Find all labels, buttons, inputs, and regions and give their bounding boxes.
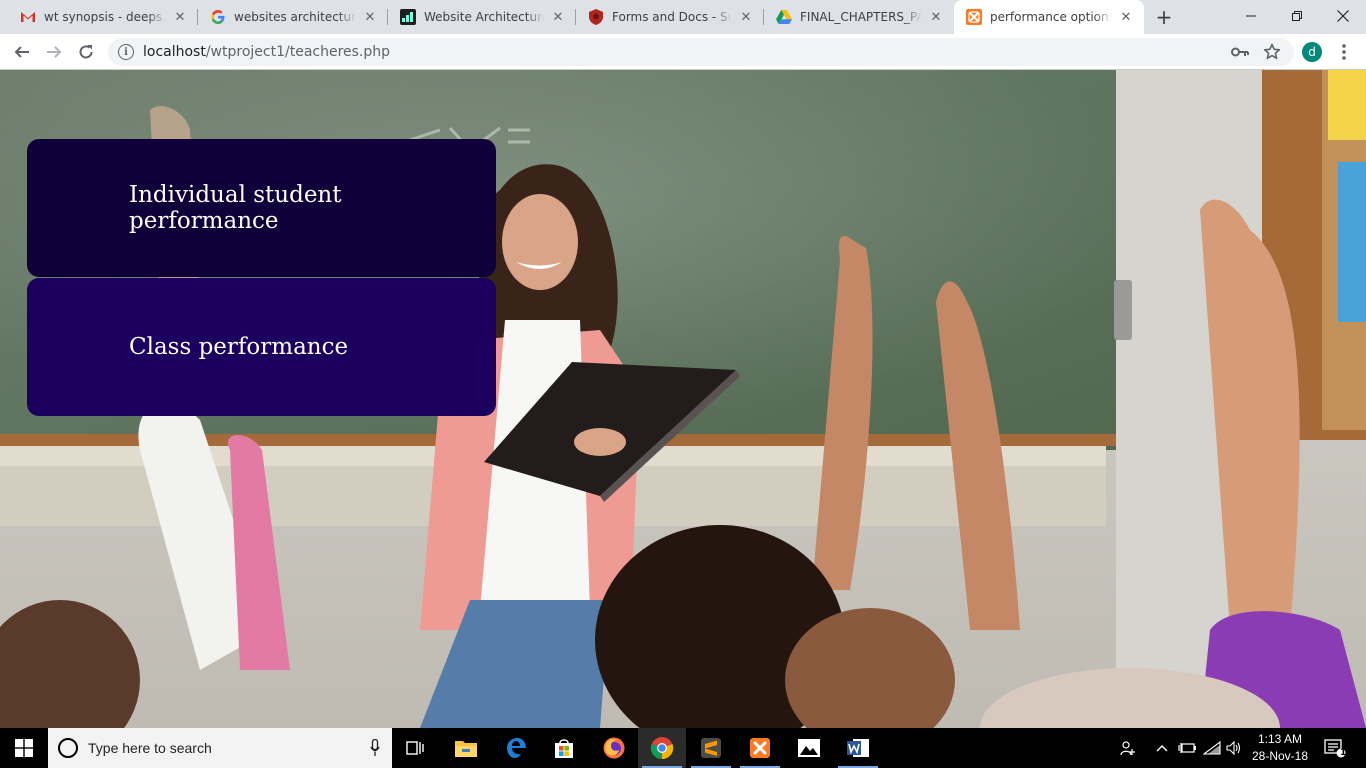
tab-forms-and-docs[interactable]: Forms and Docs - Suma ✕ [576, 0, 764, 34]
microphone-icon[interactable] [370, 739, 380, 757]
close-icon[interactable]: ✕ [738, 9, 754, 25]
restore-button[interactable] [1274, 0, 1320, 32]
volume-icon[interactable] [1224, 728, 1244, 768]
wifi-icon[interactable] [1201, 728, 1223, 768]
people-icon[interactable] [1116, 728, 1140, 768]
battery-icon[interactable] [1176, 728, 1198, 768]
taskbar-clock[interactable]: 1:13 AM 28-Nov-18 [1244, 731, 1316, 765]
start-button[interactable] [0, 728, 48, 768]
edge-icon [507, 738, 526, 758]
page-viewport: Individual student performance Class per… [0, 70, 1366, 728]
task-view-button[interactable] [392, 728, 440, 768]
shield-icon [588, 9, 604, 25]
store-button[interactable] [540, 728, 588, 768]
word-icon [847, 739, 869, 757]
taskbar-search-box[interactable]: Type here to search [48, 728, 392, 768]
notification-count: 1 [1340, 748, 1347, 758]
drive-icon [776, 9, 792, 25]
folder-icon [455, 741, 477, 757]
firefox-button[interactable] [590, 728, 638, 768]
tab-google[interactable]: websites architecture - ✕ [198, 0, 388, 34]
windows-logo-icon [15, 739, 33, 757]
google-icon [210, 9, 226, 25]
url-path: /wtproject1/teacheres.php [205, 44, 391, 60]
sublime-text-icon [701, 738, 721, 758]
close-icon[interactable]: ✕ [928, 9, 944, 25]
tab-title: wt synopsis - deeps.nag [44, 10, 166, 24]
site-info-icon[interactable]: i [118, 44, 134, 60]
reload-icon [79, 45, 93, 59]
store-icon [555, 739, 573, 758]
close-icon[interactable]: ✕ [550, 9, 566, 25]
class-performance-option[interactable]: Class performance [27, 278, 496, 416]
chrome-icon [650, 737, 674, 760]
action-center-button[interactable]: 1 [1320, 728, 1350, 768]
edge-button[interactable] [492, 728, 540, 768]
browser-menu-icon[interactable] [1334, 40, 1354, 64]
windows-taskbar: Type here to search 1:13 AM 28-Nov-18 1 [0, 728, 1366, 768]
close-window-button[interactable] [1320, 0, 1366, 32]
photos-icon [798, 739, 820, 757]
tab-performance-options[interactable]: performance options ✕ [954, 0, 1144, 34]
close-icon[interactable]: ✕ [362, 9, 378, 25]
clock-date: 28-Nov-18 [1251, 749, 1309, 763]
search-placeholder: Type here to search [88, 740, 212, 756]
browser-toolbar: i localhost/wtproject1/teacheres.php d [0, 34, 1366, 70]
show-hidden-icons-chevron-icon[interactable] [1152, 728, 1172, 768]
url-host: localhost [143, 44, 206, 60]
close-icon[interactable]: ✕ [172, 9, 188, 25]
bookmark-star-icon[interactable] [1262, 42, 1282, 62]
photos-button[interactable] [785, 728, 833, 768]
option-label: Class performance [129, 334, 349, 360]
tab-website-architecture[interactable]: Website Architecture & ✕ [388, 0, 576, 34]
chrome-button[interactable] [638, 728, 686, 768]
individual-student-performance-option[interactable]: Individual student performance [27, 139, 496, 277]
forward-button[interactable] [40, 38, 68, 66]
xampp-icon [750, 738, 770, 758]
tab-title: Forms and Docs - Suma [612, 10, 732, 24]
minimize-button[interactable] [1228, 0, 1274, 32]
key-icon[interactable] [1230, 42, 1250, 62]
tab-title: FINAL_CHAPTERS_PAGE [800, 10, 922, 24]
tab-title: performance options [990, 10, 1112, 24]
tab-gmail[interactable]: wt synopsis - deeps.nag ✕ [8, 0, 198, 34]
reload-button[interactable] [72, 38, 100, 66]
back-arrow-icon [14, 46, 29, 58]
option-label: Individual student performance [129, 182, 342, 234]
tab-title: websites architecture - [234, 10, 356, 24]
minimize-icon [1246, 15, 1256, 17]
clock-time: 1:13 AM [1257, 732, 1303, 746]
sublime-text-button[interactable] [687, 728, 735, 768]
task-view-icon [406, 741, 424, 755]
profile-avatar[interactable]: d [1302, 42, 1322, 62]
address-bar[interactable]: i localhost/wtproject1/teacheres.php [108, 38, 1294, 66]
firefox-icon [603, 737, 625, 759]
word-button[interactable] [834, 728, 882, 768]
xampp-icon [966, 9, 982, 25]
tab-title: Website Architecture & [424, 10, 544, 24]
forward-arrow-icon [47, 46, 62, 58]
gmail-icon [20, 9, 36, 25]
restore-icon [1292, 11, 1302, 21]
tab-final-chapters[interactable]: FINAL_CHAPTERS_PAGE ✕ [764, 0, 954, 34]
new-tab-button[interactable]: + [1152, 5, 1176, 29]
xampp-button[interactable] [736, 728, 784, 768]
tab-strip: wt synopsis - deeps.nag ✕ websites archi… [0, 0, 1366, 34]
close-icon[interactable]: ✕ [1118, 9, 1134, 25]
back-button[interactable] [8, 38, 36, 66]
close-window-icon [1337, 10, 1349, 22]
cortana-icon [58, 738, 78, 758]
site-icon [400, 9, 416, 25]
file-explorer-button[interactable] [442, 728, 490, 768]
